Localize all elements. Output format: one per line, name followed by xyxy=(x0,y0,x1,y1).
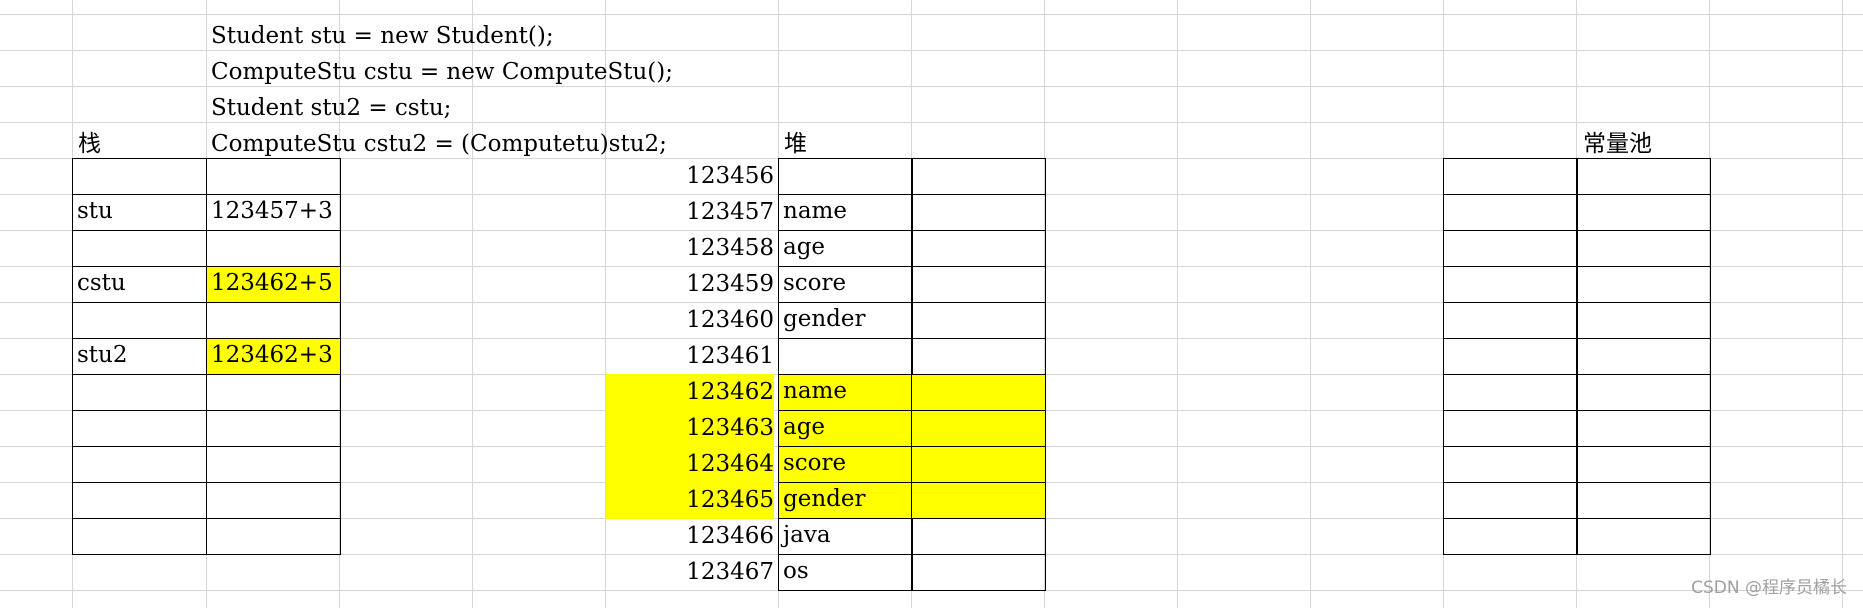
stack-var-cell xyxy=(72,302,207,339)
stack-ref-cell xyxy=(206,518,341,555)
pool-key-cell xyxy=(1443,302,1578,339)
heap-field-cell: gender xyxy=(778,302,913,339)
heap-address: 123466 xyxy=(686,523,774,549)
pool-value-cell xyxy=(1576,482,1711,519)
pool-value-cell xyxy=(1576,194,1711,231)
heap-value-cell xyxy=(911,554,1046,591)
stack-ref-cell: 123457+3 xyxy=(206,194,341,231)
csdn-watermark: CSDN @程序员橘长 xyxy=(1691,578,1847,598)
heap-field-cell xyxy=(778,158,913,195)
stack-ref-cell xyxy=(206,446,341,483)
pool-key-cell xyxy=(1443,338,1578,375)
heap-value-cell xyxy=(911,410,1046,447)
gridline-vertical xyxy=(472,0,473,608)
stack-ref-cell xyxy=(206,482,341,519)
heap-address: 123462 xyxy=(606,374,774,411)
heap-address: 123460 xyxy=(686,307,774,333)
code-line: Student stu = new Student(); xyxy=(211,23,554,49)
pool-value-cell xyxy=(1576,158,1711,195)
heap-field-cell xyxy=(778,338,913,375)
stack-ref-cell xyxy=(206,302,341,339)
pool-value-cell xyxy=(1576,374,1711,411)
stack-ref-cell xyxy=(206,374,341,411)
stack-var-cell: stu xyxy=(72,194,207,231)
gridline-vertical xyxy=(1842,0,1843,608)
pool-value-cell xyxy=(1576,518,1711,555)
heap-value-cell xyxy=(911,158,1046,195)
stack-var-cell: stu2 xyxy=(72,338,207,375)
pool-value-cell xyxy=(1576,446,1711,483)
heap-field-cell: age xyxy=(778,230,913,267)
gridline-vertical xyxy=(1310,0,1311,608)
heap-address: 123464 xyxy=(606,446,774,483)
heap-value-cell xyxy=(911,518,1046,555)
heap-field-cell: java xyxy=(778,518,913,555)
code-line: Student stu2 = cstu; xyxy=(211,95,452,121)
stack-var-cell xyxy=(72,230,207,267)
heap-field-cell: name xyxy=(778,194,913,231)
stack-ref-cell xyxy=(206,158,341,195)
pool-value-cell xyxy=(1576,338,1711,375)
stack-var-cell xyxy=(72,518,207,555)
heap-field-cell: name xyxy=(778,374,913,411)
stack-var-cell xyxy=(72,158,207,195)
stack-var-cell xyxy=(72,482,207,519)
pool-key-cell xyxy=(1443,482,1578,519)
heap-address: 123461 xyxy=(686,343,774,369)
pool-key-cell xyxy=(1443,374,1578,411)
stack-var-cell xyxy=(72,410,207,447)
gridline-vertical xyxy=(1177,0,1178,608)
heap-value-cell xyxy=(911,266,1046,303)
heap-value-cell xyxy=(911,482,1046,519)
heap-address: 123457 xyxy=(686,199,774,225)
heap-address: 123458 xyxy=(686,235,774,261)
pool-key-cell xyxy=(1443,266,1578,303)
heap-value-cell xyxy=(911,230,1046,267)
stack-var-cell xyxy=(72,446,207,483)
heap-address: 123459 xyxy=(686,271,774,297)
gridline-horizontal xyxy=(0,14,1863,15)
code-line: ComputeStu cstu = new ComputeStu(); xyxy=(211,59,673,85)
stack-var-cell: cstu xyxy=(72,266,207,303)
heap-field-cell: score xyxy=(778,446,913,483)
pool-key-cell xyxy=(1443,230,1578,267)
stack-ref-cell: 123462+5 xyxy=(206,266,341,303)
heap-address: 123463 xyxy=(606,410,774,447)
heap-field-cell: os xyxy=(778,554,913,591)
pool-key-cell xyxy=(1443,158,1578,195)
pool-value-cell xyxy=(1576,266,1711,303)
heap-value-cell xyxy=(911,446,1046,483)
pool-value-cell xyxy=(1576,230,1711,267)
heap-value-cell xyxy=(911,302,1046,339)
constant-pool-title: 常量池 xyxy=(1583,131,1652,157)
pool-key-cell xyxy=(1443,194,1578,231)
pool-value-cell xyxy=(1576,410,1711,447)
code-line: ComputeStu cstu2 = (Computetu)stu2; xyxy=(211,131,667,157)
heap-value-cell xyxy=(911,374,1046,411)
heap-value-cell xyxy=(911,194,1046,231)
heap-address: 123467 xyxy=(686,559,774,585)
heap-field-cell: gender xyxy=(778,482,913,519)
heap-field-cell: age xyxy=(778,410,913,447)
heap-value-cell xyxy=(911,338,1046,375)
heap-address: 123456 xyxy=(686,163,774,189)
stack-ref-cell xyxy=(206,230,341,267)
pool-key-cell xyxy=(1443,518,1578,555)
stack-title: 栈 xyxy=(78,131,101,157)
stack-ref-cell: 123462+3 xyxy=(206,338,341,375)
pool-key-cell xyxy=(1443,410,1578,447)
pool-value-cell xyxy=(1576,302,1711,339)
stack-var-cell xyxy=(72,374,207,411)
heap-field-cell: score xyxy=(778,266,913,303)
heap-title: 堆 xyxy=(784,131,807,157)
pool-key-cell xyxy=(1443,446,1578,483)
heap-address: 123465 xyxy=(606,482,774,519)
stack-ref-cell xyxy=(206,410,341,447)
